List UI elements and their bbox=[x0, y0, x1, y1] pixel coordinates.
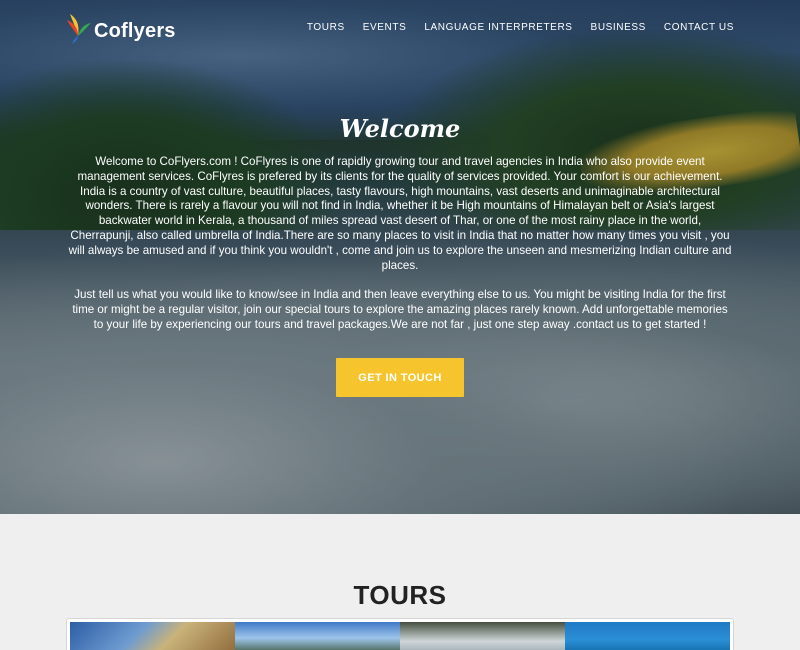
bird-logo-icon bbox=[66, 12, 92, 44]
tours-heading: TOURS bbox=[353, 580, 447, 610]
tour-thumbnail[interactable] bbox=[565, 622, 730, 650]
nav-item-events[interactable]: EVENTS bbox=[363, 22, 407, 33]
intro-paragraph-1: Welcome to CoFlyers.com ! CoFlyres is on… bbox=[68, 155, 732, 272]
welcome-heading: Welcome bbox=[339, 114, 461, 143]
main-nav: TOURS EVENTS LANGUAGE INTERPRETERS BUSIN… bbox=[307, 22, 734, 33]
tour-thumbnail[interactable] bbox=[400, 622, 565, 650]
nav-item-tours[interactable]: TOURS bbox=[307, 22, 345, 33]
logo[interactable]: Coflyers bbox=[66, 12, 176, 44]
tour-thumbnail[interactable] bbox=[70, 622, 235, 650]
intro-paragraph-2: Just tell us what you would like to know… bbox=[72, 288, 728, 331]
intro-text: Welcome to CoFlyers.com ! CoFlyres is on… bbox=[68, 155, 732, 333]
get-in-touch-button[interactable]: GET IN TOUCH bbox=[336, 358, 464, 397]
tours-gallery bbox=[66, 618, 734, 650]
logo-text: Coflyers bbox=[94, 20, 176, 42]
hero-section: Coflyers TOURS EVENTS LANGUAGE INTERPRET… bbox=[0, 0, 800, 514]
tour-thumbnail[interactable] bbox=[235, 622, 400, 650]
navbar: Coflyers TOURS EVENTS LANGUAGE INTERPRET… bbox=[0, 0, 800, 60]
nav-item-business[interactable]: BUSINESS bbox=[591, 22, 646, 33]
nav-item-language-interpreters[interactable]: LANGUAGE INTERPRETERS bbox=[424, 22, 572, 33]
nav-item-contact-us[interactable]: CONTACT US bbox=[664, 22, 734, 33]
